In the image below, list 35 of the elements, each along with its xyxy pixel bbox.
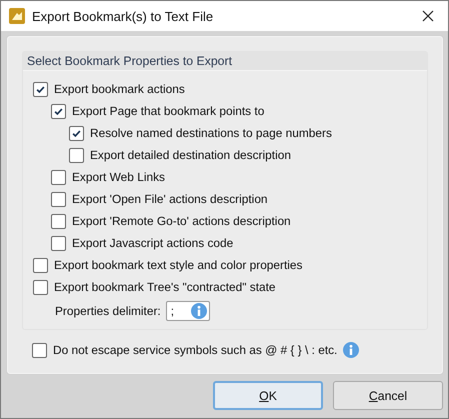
group-title: Select Bookmark Properties to Export xyxy=(27,54,232,68)
checkbox-label: Export 'Remote Go-to' actions description xyxy=(72,214,291,228)
checkbox[interactable] xyxy=(69,126,84,140)
checkbox-label: Export 'Open File' actions description xyxy=(72,192,268,206)
window-title: Export Bookmark(s) to Text File xyxy=(32,8,214,24)
checkmark-icon xyxy=(35,84,46,94)
checkbox[interactable] xyxy=(51,236,66,250)
checkbox-label: Export Page that bookmark points to xyxy=(72,104,264,118)
checkbox[interactable] xyxy=(51,104,66,118)
close-icon[interactable] xyxy=(422,10,434,22)
checkbox-label: Export bookmark actions xyxy=(54,82,185,96)
delimiter-label: Properties delimiter: xyxy=(55,304,161,318)
checkbox-label: Resolve named destinations to page numbers xyxy=(90,126,332,140)
checkbox-label: Export bookmark Tree's "contracted" state xyxy=(54,280,276,294)
checkbox-label: Export Javascript actions code xyxy=(72,236,234,250)
checkbox[interactable] xyxy=(33,280,48,294)
checkbox-label: Export Web Links xyxy=(72,170,165,184)
checkbox[interactable] xyxy=(51,214,66,228)
checkmark-icon xyxy=(71,128,82,138)
ok-button[interactable]: OK xyxy=(213,381,323,410)
cancel-button[interactable]: Cancel xyxy=(333,381,443,410)
info-icon[interactable] xyxy=(190,303,207,319)
info-icon[interactable] xyxy=(343,342,360,358)
checkbox[interactable] xyxy=(69,148,84,162)
delimiter-field[interactable]: ; xyxy=(166,301,210,321)
checkmark-icon xyxy=(53,106,64,116)
checkbox[interactable] xyxy=(33,258,48,272)
checkbox-label: Do not escape service symbols such as @ # { } \ : etc. xyxy=(53,343,338,357)
app-icon xyxy=(9,8,25,24)
checkbox[interactable] xyxy=(51,170,66,184)
checkbox[interactable] xyxy=(51,192,66,206)
checkbox[interactable] xyxy=(33,82,48,96)
checkbox-label: Export detailed destination description xyxy=(90,148,291,162)
checkbox[interactable] xyxy=(32,342,47,358)
checkbox-label: Export bookmark text style and color properties xyxy=(54,258,302,272)
